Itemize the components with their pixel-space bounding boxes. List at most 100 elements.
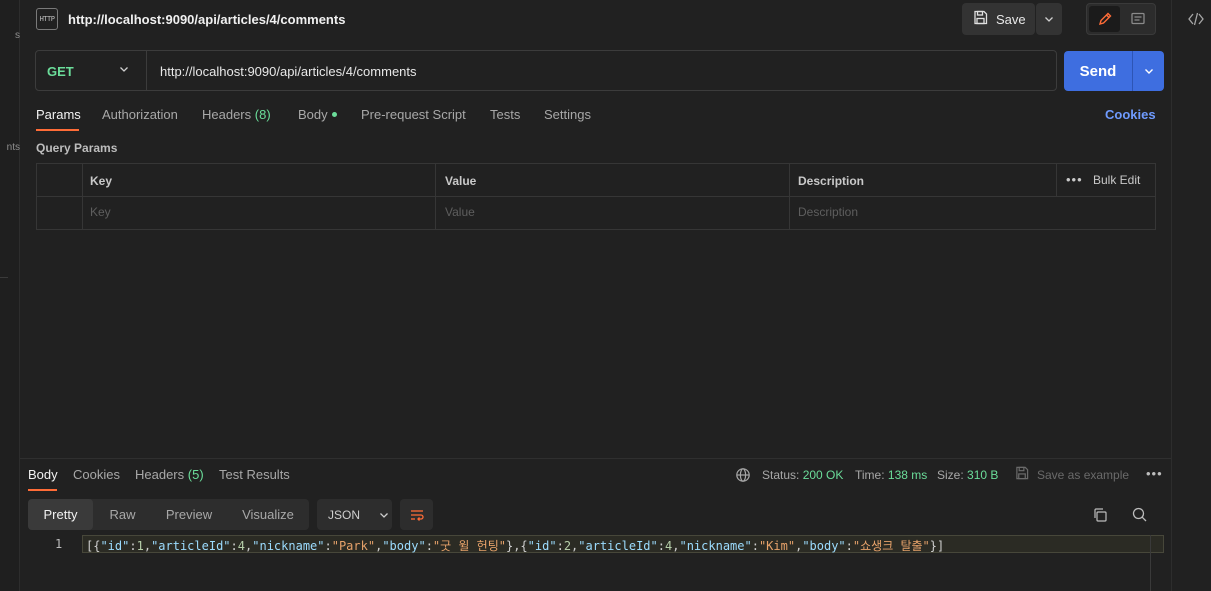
code-icon[interactable]: [1187, 10, 1205, 28]
save-options-button[interactable]: [1036, 3, 1062, 35]
tab-params[interactable]: Params: [36, 107, 81, 122]
time-label: Time:: [855, 468, 885, 482]
url-divider: [146, 51, 147, 90]
json-token: :: [556, 539, 564, 553]
copy-icon[interactable]: [1092, 507, 1108, 523]
tab-headers[interactable]: Headers (8): [202, 107, 271, 122]
json-token: "articleId": [151, 539, 231, 553]
tab-headers-label: Headers: [202, 107, 252, 122]
response-body-code[interactable]: [{"id":1,"articleId":4,"nickname":"Park"…: [86, 537, 944, 554]
body-indicator-dot: [331, 112, 337, 118]
key-input[interactable]: Key: [90, 205, 111, 219]
json-token: :: [425, 539, 433, 553]
http-request-icon: HTTP: [36, 8, 58, 30]
comment-icon: [1130, 12, 1145, 25]
query-params-title: Query Params: [36, 141, 118, 155]
send-button[interactable]: Send: [1064, 51, 1132, 91]
json-token: "articleId": [578, 539, 658, 553]
url-input[interactable]: [160, 63, 1040, 79]
chevron-down-icon: [1144, 69, 1153, 74]
json-token: :: [129, 539, 137, 553]
request-title[interactable]: http://localhost:9090/api/articles/4/com…: [68, 12, 345, 27]
tab-settings[interactable]: Settings: [544, 107, 591, 122]
json-token: :: [751, 539, 759, 553]
chevron-down-icon[interactable]: [118, 63, 130, 75]
json-token: :: [230, 539, 238, 553]
globe-icon[interactable]: [735, 467, 751, 483]
tab-body-label: Body: [298, 107, 328, 122]
time-value: 138 ms: [887, 468, 928, 482]
tab-body[interactable]: Body: [298, 107, 337, 122]
column-header-value: Value: [445, 174, 477, 188]
json-token: }]: [929, 539, 945, 553]
view-preview[interactable]: Preview: [155, 499, 223, 530]
save-button[interactable]: Save: [962, 3, 1035, 35]
tab-pre-request-script[interactable]: Pre-request Script: [361, 107, 466, 122]
column-header-description: Description: [798, 174, 865, 188]
wrap-lines-icon: [410, 509, 424, 521]
json-token: 2: [563, 539, 572, 553]
comments-mode-button[interactable]: [1122, 6, 1153, 32]
json-token: },{: [505, 539, 528, 553]
sidebar-divider: [0, 277, 8, 278]
edit-mode-button[interactable]: [1089, 6, 1120, 32]
response-status: Status: 200 OK: [762, 468, 843, 482]
response-tab-cookies[interactable]: Cookies: [73, 467, 120, 482]
json-token: "굿 윌 헌팅": [432, 539, 506, 553]
sidebar-fragment: s: [15, 30, 20, 41]
json-token: :: [657, 539, 665, 553]
save-button-label: Save: [996, 11, 1026, 27]
headers-count: (8): [254, 107, 271, 122]
status-value: 200 OK: [802, 468, 844, 482]
response-tab-headers[interactable]: Headers (5): [135, 467, 204, 482]
tab-authorization[interactable]: Authorization: [102, 107, 178, 122]
query-params-table: [36, 163, 1156, 230]
json-token: ,: [143, 539, 152, 553]
save-as-example-label: Save as example: [1037, 467, 1130, 482]
editor-scrollbar[interactable]: [1150, 535, 1151, 591]
tab-tests[interactable]: Tests: [490, 107, 520, 122]
json-token: "Park": [331, 539, 376, 553]
json-token: 4: [237, 539, 246, 553]
column-header-key: Key: [90, 174, 113, 188]
json-token: :: [845, 539, 853, 553]
active-tab-indicator: [36, 129, 79, 131]
format-select-value: JSON: [328, 507, 361, 522]
save-as-example-button[interactable]: Save as example: [1015, 466, 1129, 483]
send-options-button[interactable]: [1132, 51, 1164, 91]
response-divider[interactable]: [20, 458, 1171, 459]
wrap-lines-button[interactable]: [400, 499, 433, 530]
size-value: 310 B: [967, 468, 999, 482]
cookies-link[interactable]: Cookies: [1105, 107, 1156, 122]
search-icon[interactable]: [1131, 506, 1148, 523]
view-pretty[interactable]: Pretty: [28, 499, 93, 530]
right-sidebar: [1171, 0, 1211, 591]
format-select[interactable]: JSON: [317, 499, 392, 530]
save-example-icon: [1015, 466, 1029, 483]
json-token: "nickname": [679, 539, 752, 553]
more-options-icon[interactable]: •••: [1066, 172, 1083, 187]
active-response-tab-indicator: [28, 489, 57, 491]
method-select[interactable]: GET: [47, 64, 74, 79]
json-token: "id": [527, 539, 557, 553]
json-token: [{: [86, 539, 101, 553]
response-tab-body[interactable]: Body: [28, 467, 58, 482]
chevron-down-icon: [1045, 17, 1053, 22]
json-token: "쇼생크 탈출": [852, 539, 930, 553]
view-raw[interactable]: Raw: [95, 499, 150, 530]
json-token: 1: [136, 539, 144, 553]
description-input[interactable]: Description: [798, 205, 858, 219]
json-token: :: [324, 539, 332, 553]
json-token: "id": [100, 539, 130, 553]
bulk-edit-button[interactable]: Bulk Edit: [1093, 173, 1140, 187]
response-headers-count: (5): [187, 467, 204, 482]
response-more-icon[interactable]: •••: [1146, 466, 1163, 481]
chevron-down-icon: [380, 512, 388, 518]
response-tab-test-results[interactable]: Test Results: [219, 467, 290, 482]
json-token: "Kim": [758, 539, 796, 553]
value-input[interactable]: Value: [445, 205, 475, 219]
view-visualize[interactable]: Visualize: [229, 499, 307, 530]
sidebar-fragment: nts: [6, 142, 20, 153]
response-size: Size: 310 B: [937, 468, 998, 482]
save-disk-icon: [973, 10, 988, 28]
